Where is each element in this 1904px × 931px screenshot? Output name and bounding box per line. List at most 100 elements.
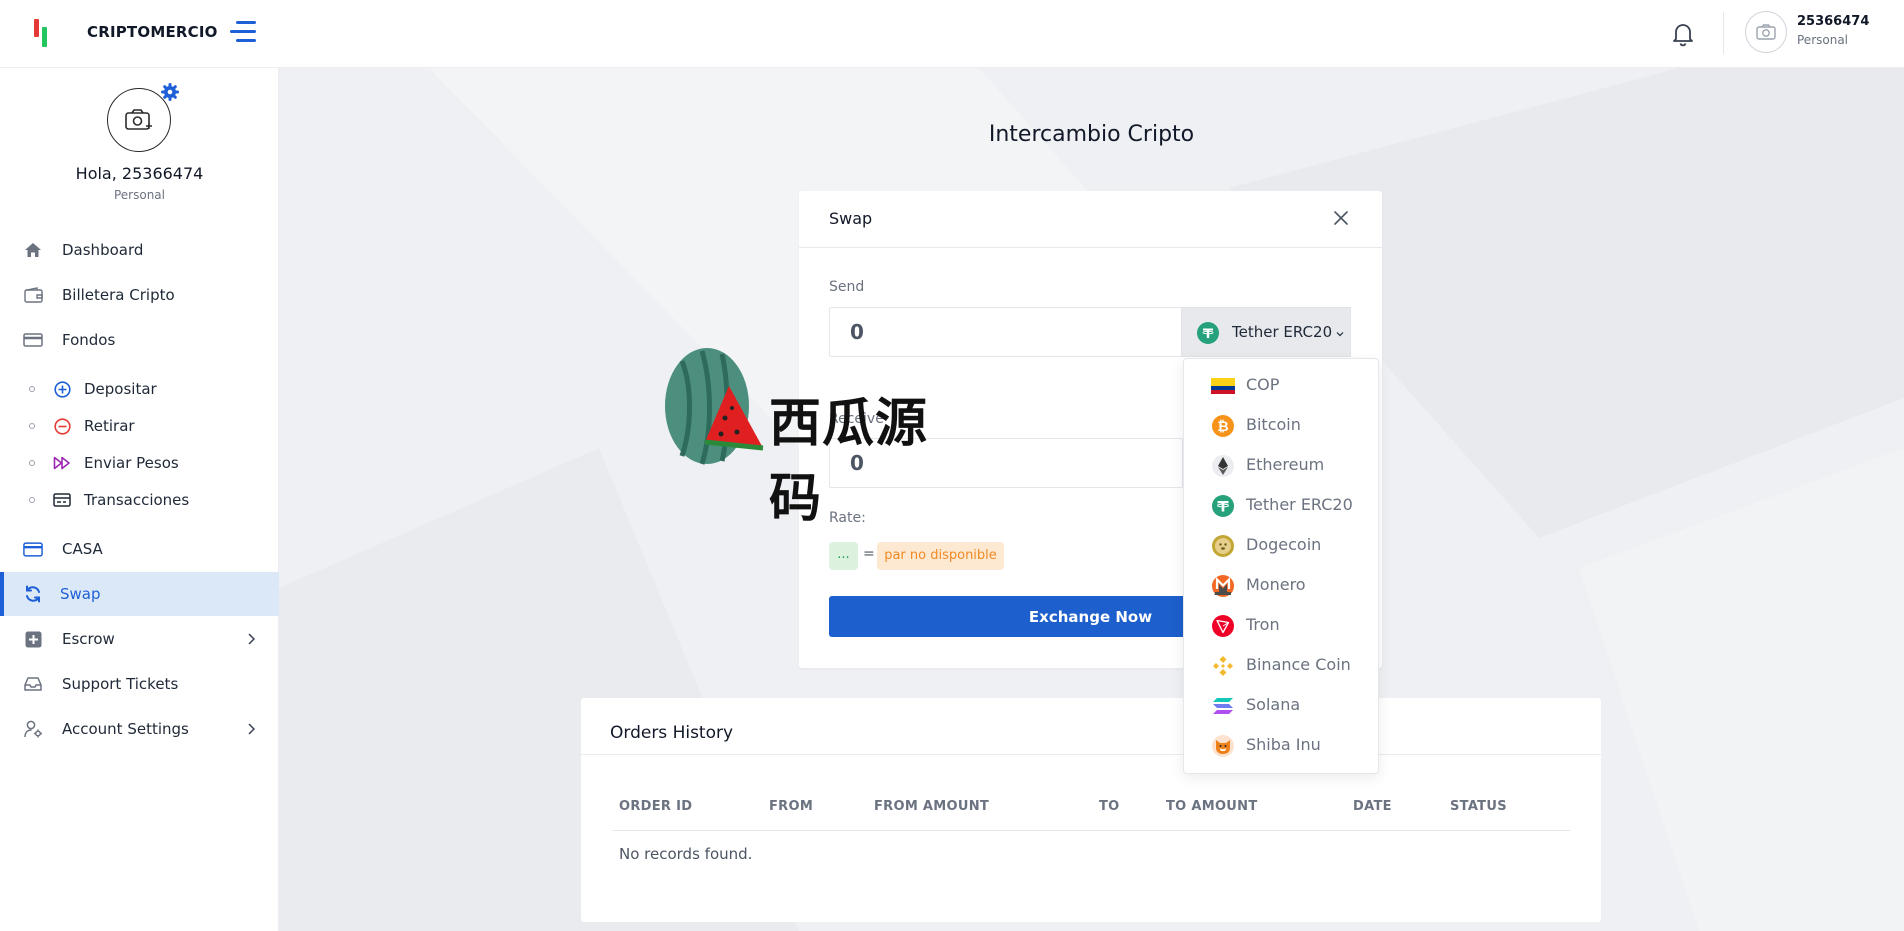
plus-square-icon: [23, 629, 43, 649]
coin-option-solana[interactable]: Solana: [1184, 686, 1380, 726]
header-divider: [1723, 12, 1724, 54]
sidebar-item-fondos[interactable]: Fondos: [0, 318, 279, 362]
chevron-right-icon: [248, 723, 256, 735]
column-header: STATUS: [1450, 799, 1507, 814]
watermark-text: 西瓜源码: [769, 394, 929, 529]
coin-dropdown-menu: COP ₿ Bitcoin Ethereum Tether ERC20 Doge…: [1183, 358, 1379, 774]
dogecoin-icon: [1212, 535, 1234, 557]
column-header: ORDER ID: [619, 799, 693, 814]
watermark-overlay: 西瓜源码: [657, 346, 937, 529]
tron-icon: [1212, 615, 1234, 637]
settings-gear-icon[interactable]: [161, 83, 179, 101]
chevron-right-icon: [248, 633, 256, 645]
sidebar-item-support-tickets[interactable]: Support Tickets: [0, 662, 279, 706]
user-avatar[interactable]: [1745, 11, 1787, 53]
notification-bell-icon[interactable]: [1670, 20, 1696, 48]
fast-forward-icon: [53, 454, 71, 472]
inbox-icon: [23, 674, 43, 694]
send-coin-select[interactable]: Tether ERC20: [1181, 307, 1351, 357]
sidebar-subitem-retirar[interactable]: Retirar: [0, 409, 279, 443]
colombia-flag-icon: [1211, 378, 1235, 394]
column-header: FROM: [769, 799, 814, 814]
menu-toggle-icon[interactable]: [230, 19, 258, 45]
sidebar-item-label: CASA: [62, 540, 103, 558]
coin-option-binance[interactable]: Binance Coin: [1184, 646, 1380, 686]
sidebar-item-label: Billetera Cripto: [62, 286, 175, 304]
coin-option-tron[interactable]: Tron: [1184, 606, 1380, 646]
bullet: [29, 497, 35, 503]
coin-option-label: Monero: [1246, 575, 1306, 594]
coin-option-label: Dogecoin: [1246, 535, 1322, 554]
coin-option-tether[interactable]: Tether ERC20: [1184, 486, 1380, 526]
coin-option-dogecoin[interactable]: Dogecoin: [1184, 526, 1380, 566]
sidebar-item-billetera[interactable]: Billetera Cripto: [0, 273, 279, 317]
column-header: DATE: [1353, 799, 1392, 814]
sidebar-item-label: Fondos: [62, 331, 116, 349]
close-icon[interactable]: [1333, 210, 1349, 226]
refresh-icon: [23, 584, 43, 604]
sidebar-item-label: Dashboard: [62, 241, 144, 259]
wallet-icon: [23, 285, 43, 305]
camera-icon: [1756, 24, 1776, 40]
column-header: TO AMOUNT: [1166, 799, 1258, 814]
bullet: [29, 386, 35, 392]
coin-option-ethereum[interactable]: Ethereum: [1184, 446, 1380, 486]
selected-coin-label: Tether ERC20: [1232, 323, 1333, 341]
svg-text:₿: ₿: [1217, 419, 1228, 435]
orders-title: Orders History: [610, 723, 734, 743]
coin-option-label: Tron: [1246, 615, 1280, 634]
coin-option-cop[interactable]: COP: [1184, 366, 1380, 406]
monero-icon: [1212, 575, 1234, 597]
header-username[interactable]: 25366474: [1797, 14, 1869, 29]
empty-state: No records found.: [619, 845, 753, 863]
sidebar-item-casa[interactable]: CASA: [0, 527, 279, 571]
divider: [581, 754, 1601, 755]
coin-option-label: Ethereum: [1246, 455, 1325, 474]
swap-title: Swap: [829, 209, 873, 228]
card-icon: [23, 330, 43, 350]
orders-history-card: Orders History ORDER ID FROM FROM AMOUNT…: [581, 698, 1601, 922]
sidebar-subitem-depositar[interactable]: Depositar: [0, 372, 279, 406]
coin-option-label: Tether ERC20: [1246, 495, 1353, 514]
ethereum-icon: [1212, 455, 1234, 477]
binance-coin-icon: [1213, 656, 1233, 676]
user-gear-icon: [23, 719, 43, 739]
sidebar-item-dashboard[interactable]: Dashboard: [0, 228, 279, 272]
sidebar-item-label: Account Settings: [62, 720, 189, 738]
coin-option-label: Binance Coin: [1246, 655, 1351, 674]
coin-option-shiba[interactable]: Shiba Inu: [1184, 726, 1380, 766]
sidebar-subitem-label: Enviar Pesos: [84, 454, 179, 472]
bullet: [29, 460, 35, 466]
minus-circle-icon: [53, 417, 71, 435]
watermelon-logo-icon: [665, 348, 764, 465]
coin-option-label: Solana: [1246, 695, 1301, 714]
sidebar-subitem-transacciones[interactable]: Transacciones: [0, 483, 279, 517]
sidebar-item-swap[interactable]: Swap: [0, 572, 279, 616]
swap-card-header: Swap: [799, 191, 1382, 248]
chevron-down-icon: [1336, 332, 1344, 337]
column-header: TO: [1099, 799, 1120, 814]
solana-icon: [1213, 698, 1233, 714]
header-user-role: Personal: [1797, 33, 1849, 47]
shiba-inu-icon: [1212, 735, 1234, 757]
sidebar-item-label: Escrow: [62, 630, 115, 648]
column-header: FROM AMOUNT: [874, 799, 990, 814]
sidebar-subitem-enviar-pesos[interactable]: Enviar Pesos: [0, 446, 279, 480]
sidebar-item-label: Swap: [60, 585, 101, 603]
coin-option-monero[interactable]: Monero: [1184, 566, 1380, 606]
rate-to-badge: par no disponible: [877, 542, 1004, 570]
brand-logo-icon: [34, 19, 48, 47]
sidebar-item-escrow[interactable]: Escrow: [0, 617, 279, 661]
coin-option-label: COP: [1246, 375, 1280, 394]
sidebar-item-account-settings[interactable]: Account Settings: [0, 707, 279, 751]
sidebar: Hola, 25366474 Personal Dashboard Billet…: [0, 68, 279, 931]
rate-from-badge: ...: [829, 542, 858, 570]
receipt-icon: [53, 491, 71, 509]
sidebar-item-label: Support Tickets: [62, 675, 179, 693]
plus-circle-icon: [53, 380, 71, 398]
coin-option-bitcoin[interactable]: ₿ Bitcoin: [1184, 406, 1380, 446]
sidebar-subitem-label: Transacciones: [84, 491, 190, 509]
credit-card-icon: [23, 539, 43, 559]
rate-equals: =: [863, 546, 875, 562]
bullet: [29, 423, 35, 429]
